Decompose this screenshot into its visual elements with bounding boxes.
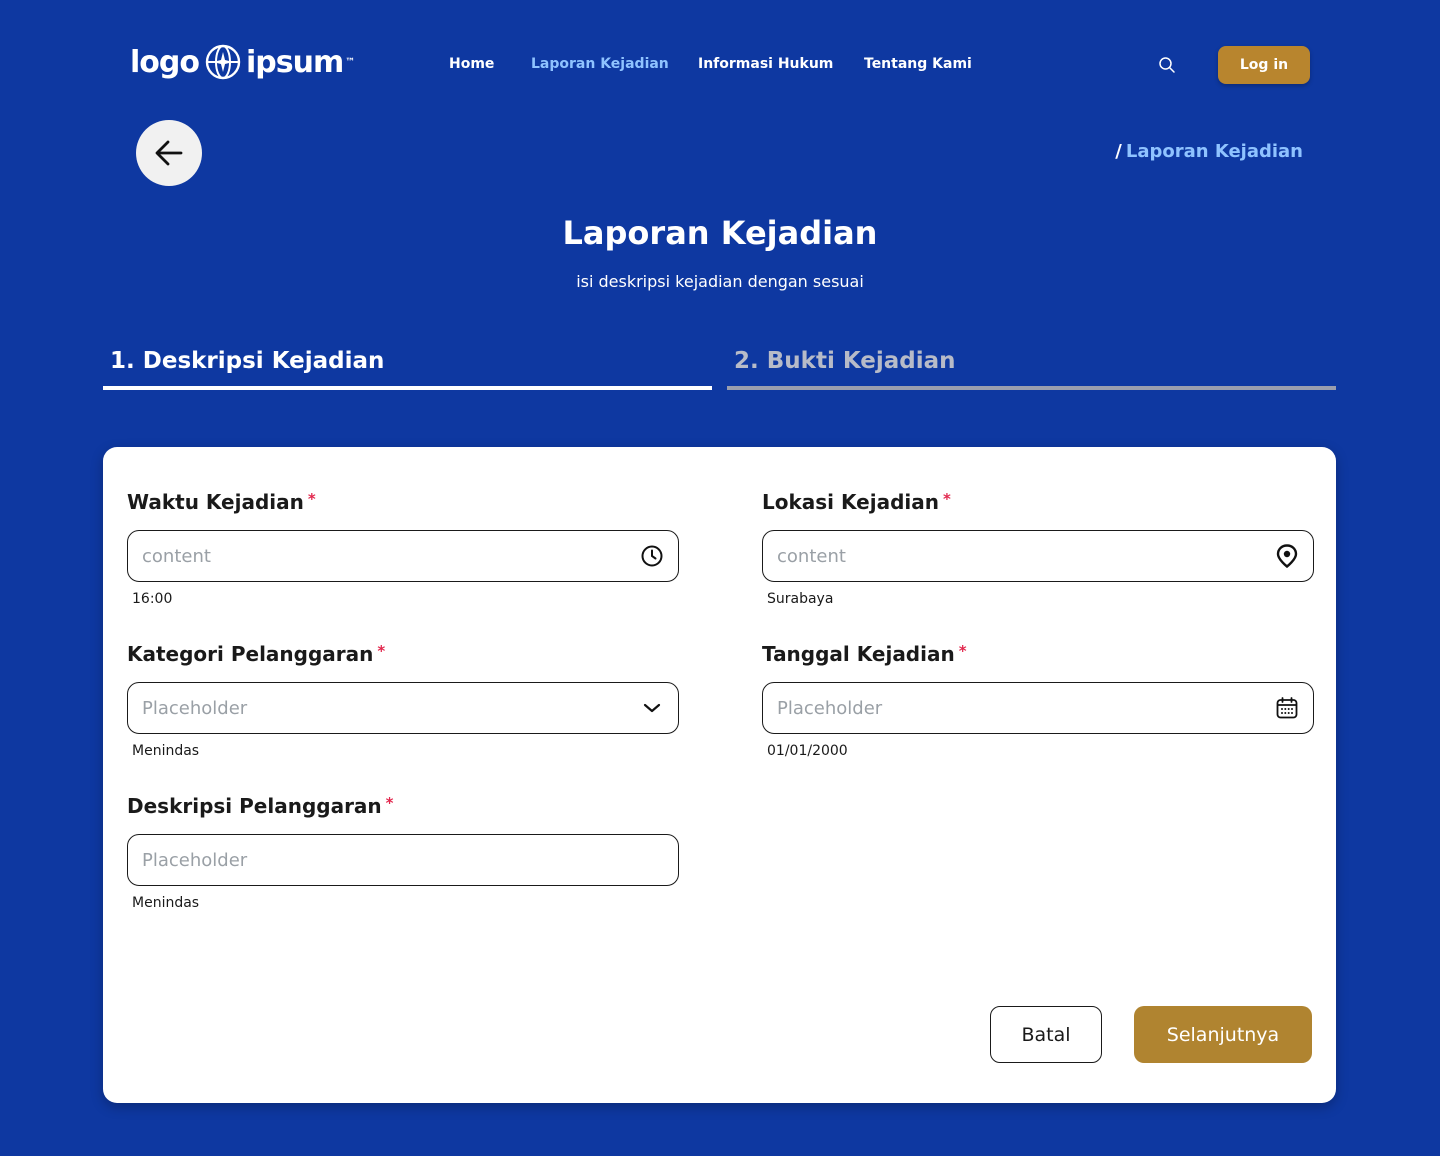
form-card: Waktu Kejadian * content 16:00 Lokasi Kej… bbox=[103, 447, 1336, 1103]
field-label: Kategori Pelanggaran * bbox=[127, 642, 386, 666]
arrow-left-icon bbox=[155, 140, 183, 166]
waktu-kejadian-input[interactable]: content bbox=[127, 530, 679, 582]
breadcrumb-current[interactable]: Laporan Kejadian bbox=[1126, 141, 1303, 162]
step-deskripsi-kejadian[interactable]: 1. Deskripsi Kejadian bbox=[103, 348, 712, 390]
required-mark: * bbox=[385, 794, 394, 812]
search-icon[interactable] bbox=[1158, 56, 1176, 74]
calendar-icon[interactable] bbox=[1275, 696, 1299, 720]
input-placeholder: Placeholder bbox=[142, 697, 248, 719]
kategori-pelanggaran-select[interactable]: Placeholder bbox=[127, 682, 679, 734]
step-label: 1. Deskripsi Kejadian bbox=[110, 348, 385, 374]
page-subtitle: isi deskripsi kejadian dengan sesuai bbox=[576, 272, 864, 291]
chevron-down-icon[interactable] bbox=[640, 696, 664, 720]
field-label: Waktu Kejadian * bbox=[127, 490, 316, 514]
nav-home[interactable]: Home bbox=[449, 56, 494, 72]
step-label: 2. Bukti Kejadian bbox=[734, 348, 956, 374]
location-pin-icon[interactable] bbox=[1275, 544, 1299, 568]
tanggal-kejadian-field: Tanggal Kejadian * Placeholder 01/01/2000 bbox=[762, 642, 1314, 759]
lokasi-kejadian-field: Lokasi Kejadian * content Surabaya bbox=[762, 490, 1314, 607]
lokasi-kejadian-input[interactable]: content bbox=[762, 530, 1314, 582]
step-progress-bar bbox=[727, 386, 1336, 390]
breadcrumb: / Laporan Kejadian bbox=[1115, 141, 1303, 162]
field-helper-text: Menindas bbox=[132, 895, 200, 911]
waktu-kejadian-field: Waktu Kejadian * content 16:00 bbox=[127, 490, 679, 607]
breadcrumb-separator: / bbox=[1115, 141, 1122, 162]
input-placeholder: content bbox=[142, 545, 211, 567]
field-label: Lokasi Kejadian * bbox=[762, 490, 951, 514]
deskripsi-pelanggaran-field: Deskripsi Pelanggaran * Placeholder Menin… bbox=[127, 794, 679, 911]
field-label: Deskripsi Pelanggaran * bbox=[127, 794, 394, 818]
field-helper-text: 01/01/2000 bbox=[767, 743, 848, 759]
required-mark: * bbox=[958, 642, 967, 660]
input-placeholder: content bbox=[777, 545, 846, 567]
nav-tentang-kami[interactable]: Tentang Kami bbox=[864, 56, 972, 72]
nav-laporan-kejadian[interactable]: Laporan Kejadian bbox=[531, 56, 669, 72]
page-title: Laporan Kejadian bbox=[562, 214, 878, 252]
nav-informasi-hukum[interactable]: Informasi Hukum bbox=[698, 56, 833, 72]
field-helper-text: Menindas bbox=[132, 743, 200, 759]
field-helper-text: 16:00 bbox=[132, 591, 173, 607]
required-mark: * bbox=[307, 490, 316, 508]
clock-icon[interactable] bbox=[640, 544, 664, 568]
step-progress-bar bbox=[103, 386, 712, 390]
field-label: Tanggal Kejadian * bbox=[762, 642, 967, 666]
input-placeholder: Placeholder bbox=[142, 849, 248, 871]
login-button[interactable]: Log in bbox=[1218, 46, 1310, 84]
required-mark: * bbox=[377, 642, 386, 660]
input-placeholder: Placeholder bbox=[777, 697, 883, 719]
step-bukti-kejadian[interactable]: 2. Bukti Kejadian bbox=[727, 348, 1336, 390]
next-button[interactable]: Selanjutnya bbox=[1134, 1006, 1312, 1063]
field-helper-text: Surabaya bbox=[767, 591, 834, 607]
tanggal-kejadian-input[interactable]: Placeholder bbox=[762, 682, 1314, 734]
required-mark: * bbox=[942, 490, 951, 508]
cancel-button[interactable]: Batal bbox=[990, 1006, 1102, 1063]
deskripsi-pelanggaran-input[interactable]: Placeholder bbox=[127, 834, 679, 886]
kategori-pelanggaran-field: Kategori Pelanggaran * Placeholder Menind… bbox=[127, 642, 679, 759]
back-button[interactable] bbox=[136, 120, 202, 186]
